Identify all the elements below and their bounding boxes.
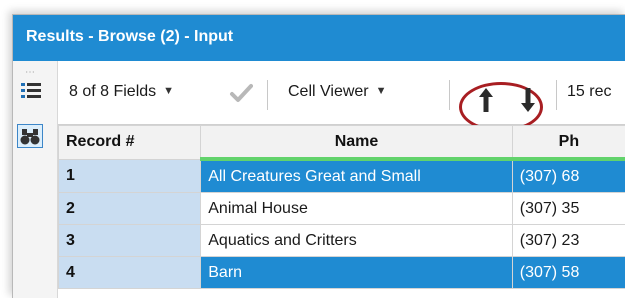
phone-cell[interactable]: (307) 68 [512,159,625,193]
table-row[interactable]: 4 Barn (307) 58 [59,257,625,289]
results-window: Results - Browse (2) - Input ⋯ 8 of 8 Fi… [12,14,625,298]
chevron-down-icon: ▼ [163,85,174,97]
table-row[interactable]: 2 Animal House (307) 35 [59,193,625,225]
toolbar-separator [556,80,557,110]
record-count: 15 rec [567,83,611,101]
cell-viewer-label: Cell Viewer [288,83,369,100]
grip-handle[interactable]: ⋯ [25,67,36,78]
fields-dropdown-label: 8 of 8 Fields [69,83,156,100]
checkmark-icon[interactable] [229,81,253,105]
title-bar: Results - Browse (2) - Input [13,15,625,61]
binoculars-icon[interactable] [17,124,43,148]
list-icon[interactable] [21,82,41,100]
results-toolbar: 8 of 8 Fields ▼ Cell Viewer ▼ 15 rec [58,61,625,125]
record-number-cell[interactable]: 3 [59,225,201,257]
toolbar-separator [267,80,268,110]
name-cell[interactable]: Barn [201,257,513,289]
phone-cell[interactable]: (307) 35 [512,193,625,225]
column-header-name[interactable]: Name [201,126,513,160]
table-row[interactable]: 3 Aquatics and Critters (307) 23 [59,225,625,257]
arrow-down-icon[interactable] [520,87,536,113]
name-cell[interactable]: Aquatics and Critters [201,225,513,257]
record-number-cell[interactable]: 1 [59,159,201,193]
record-number-cell[interactable]: 2 [59,193,201,225]
cell-viewer-dropdown[interactable]: Cell Viewer ▼ [288,83,387,101]
column-header-record[interactable]: Record # [59,126,201,160]
column-header-phone[interactable]: Ph [512,126,625,160]
arrow-up-icon[interactable] [478,87,494,113]
chevron-down-icon: ▼ [376,85,387,97]
left-tool-strip: ⋯ [13,61,58,298]
results-grid: Record # Name Ph 1 All Creatures Great a… [58,125,625,289]
window-title: Results - Browse (2) - Input [26,28,233,46]
phone-cell[interactable]: (307) 23 [512,225,625,257]
record-number-cell[interactable]: 4 [59,257,201,289]
fields-dropdown[interactable]: 8 of 8 Fields ▼ [69,83,174,101]
name-cell[interactable]: All Creatures Great and Small [201,159,513,193]
toolbar-separator [449,80,450,110]
phone-cell[interactable]: (307) 58 [512,257,625,289]
name-cell[interactable]: Animal House [201,193,513,225]
table-row[interactable]: 1 All Creatures Great and Small (307) 68 [59,159,625,193]
header-row: Record # Name Ph [59,126,625,160]
